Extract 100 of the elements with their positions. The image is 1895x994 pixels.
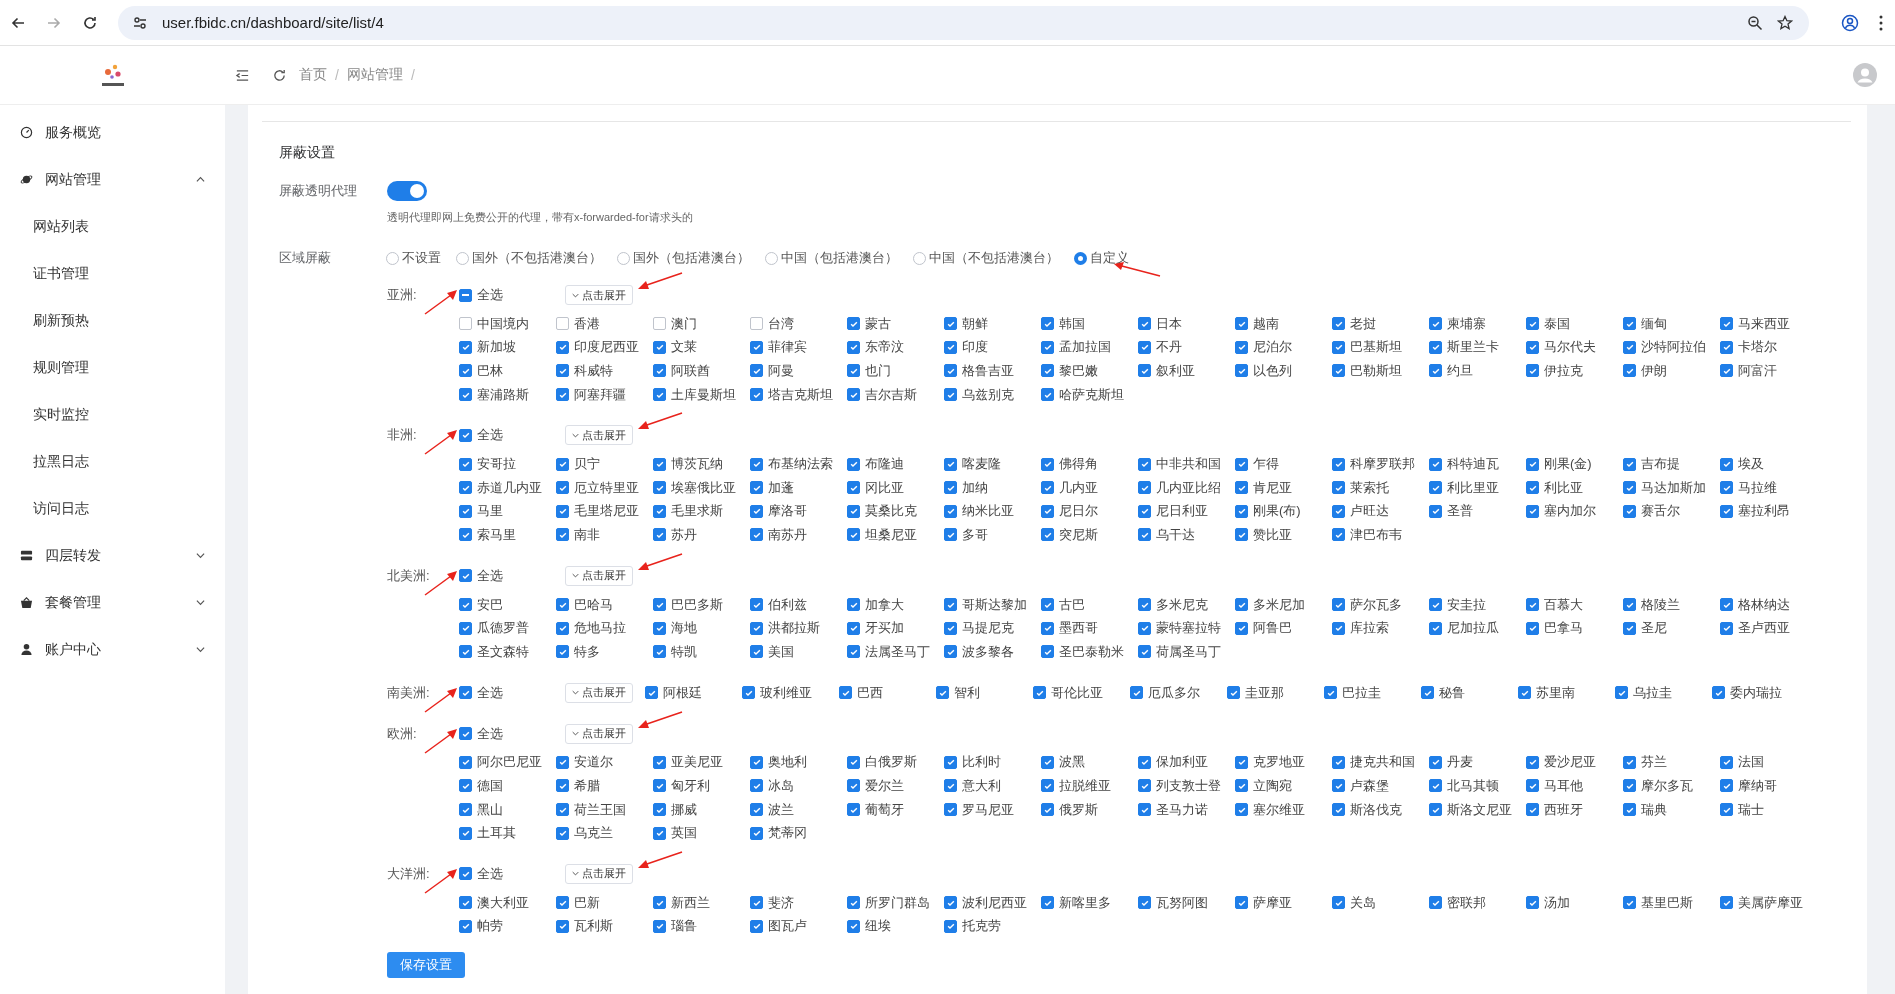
country-checkbox[interactable]: 马尔代夫 (1526, 335, 1623, 360)
country-checkbox[interactable]: 埃塞俄比亚 (653, 475, 750, 500)
country-checkbox[interactable]: 瓦利斯 (556, 914, 653, 939)
country-checkbox[interactable]: 秘鲁 (1421, 680, 1518, 705)
country-checkbox[interactable]: 赛舌尔 (1623, 499, 1720, 524)
country-checkbox[interactable]: 阿根廷 (645, 680, 742, 705)
country-checkbox[interactable]: 斯洛文尼亚 (1429, 797, 1526, 822)
select-all-checkbox[interactable]: 全选 (459, 680, 565, 705)
country-checkbox[interactable]: 百慕大 (1526, 592, 1623, 617)
country-checkbox[interactable]: 津巴布韦 (1332, 523, 1429, 547)
country-checkbox[interactable]: 以色列 (1235, 359, 1332, 383)
country-checkbox[interactable]: 毛里求斯 (653, 499, 750, 524)
country-checkbox[interactable]: 冰岛 (750, 774, 847, 798)
site-settings-icon[interactable] (132, 14, 148, 31)
country-checkbox[interactable]: 美属萨摩亚 (1720, 890, 1817, 915)
country-checkbox[interactable]: 加纳 (944, 475, 1041, 500)
country-checkbox[interactable]: 多米尼克 (1138, 592, 1235, 617)
country-checkbox[interactable]: 几内亚 (1041, 475, 1138, 500)
country-checkbox[interactable]: 肯尼亚 (1235, 475, 1332, 500)
country-checkbox[interactable]: 格陵兰 (1623, 592, 1720, 617)
country-checkbox[interactable]: 萨摩亚 (1235, 890, 1332, 915)
country-checkbox[interactable]: 土库曼斯坦 (653, 382, 750, 407)
country-checkbox[interactable]: 罗马尼亚 (944, 797, 1041, 822)
expand-button[interactable]: 点击展开 (565, 723, 633, 744)
country-checkbox[interactable]: 尼泊尔 (1235, 335, 1332, 360)
country-checkbox[interactable]: 希腊 (556, 774, 653, 798)
country-checkbox[interactable]: 马提尼克 (944, 616, 1041, 640)
country-checkbox[interactable]: 保加利亚 (1138, 750, 1235, 775)
country-checkbox[interactable]: 加拿大 (847, 592, 944, 617)
sidebar-subitem[interactable]: 实时监控 (0, 391, 225, 438)
country-checkbox[interactable]: 赤道几内亚 (459, 475, 556, 500)
country-checkbox[interactable]: 巴基斯坦 (1332, 335, 1429, 360)
country-checkbox[interactable]: 挪威 (653, 797, 750, 822)
country-checkbox[interactable]: 巴巴多斯 (653, 592, 750, 617)
country-checkbox[interactable]: 所罗门群岛 (847, 890, 944, 915)
country-checkbox[interactable]: 美国 (750, 639, 847, 664)
country-checkbox[interactable]: 塞浦路斯 (459, 382, 556, 407)
country-checkbox[interactable]: 阿塞拜疆 (556, 382, 653, 407)
country-checkbox[interactable]: 毛里塔尼亚 (556, 499, 653, 524)
country-checkbox[interactable]: 埃及 (1720, 452, 1817, 476)
country-checkbox[interactable]: 布隆迪 (847, 452, 944, 476)
country-checkbox[interactable]: 塞内加尔 (1526, 499, 1623, 524)
country-checkbox[interactable]: 尼日利亚 (1138, 499, 1235, 524)
country-checkbox[interactable]: 委内瑞拉 (1712, 680, 1809, 705)
country-checkbox[interactable]: 南苏丹 (750, 523, 847, 547)
country-checkbox[interactable]: 沙特阿拉伯 (1623, 335, 1720, 360)
country-checkbox[interactable]: 澳门 (653, 312, 750, 336)
country-checkbox[interactable]: 马拉维 (1720, 475, 1817, 500)
country-checkbox[interactable]: 圣普 (1429, 499, 1526, 524)
country-checkbox[interactable]: 哈萨克斯坦 (1041, 382, 1138, 407)
country-checkbox[interactable]: 萨尔瓦多 (1332, 592, 1429, 617)
sidebar-subitem[interactable]: 访问日志 (0, 485, 225, 532)
country-checkbox[interactable]: 古巴 (1041, 592, 1138, 617)
expand-button[interactable]: 点击展开 (565, 285, 633, 305)
country-checkbox[interactable]: 奥地利 (750, 750, 847, 775)
country-checkbox[interactable]: 德国 (459, 774, 556, 798)
expand-button[interactable]: 点击展开 (565, 863, 633, 884)
country-checkbox[interactable]: 巴哈马 (556, 592, 653, 617)
country-checkbox[interactable]: 印度尼西亚 (556, 335, 653, 360)
country-checkbox[interactable]: 俄罗斯 (1041, 797, 1138, 822)
country-checkbox[interactable]: 芬兰 (1623, 750, 1720, 775)
expand-button[interactable]: 点击展开 (565, 565, 633, 586)
country-checkbox[interactable]: 库拉索 (1332, 616, 1429, 640)
sidebar-subitem[interactable]: 刷新预热 (0, 297, 225, 344)
country-checkbox[interactable]: 南非 (556, 523, 653, 547)
country-checkbox[interactable]: 格林纳达 (1720, 592, 1817, 617)
country-checkbox[interactable]: 法国 (1720, 750, 1817, 775)
country-checkbox[interactable]: 哥伦比亚 (1033, 680, 1130, 705)
country-checkbox[interactable]: 香港 (556, 312, 653, 336)
country-checkbox[interactable]: 坦桑尼亚 (847, 523, 944, 547)
country-checkbox[interactable]: 新西兰 (653, 890, 750, 915)
country-checkbox[interactable]: 阿鲁巴 (1235, 616, 1332, 640)
country-checkbox[interactable]: 基里巴斯 (1623, 890, 1720, 915)
country-checkbox[interactable]: 圣尼 (1623, 616, 1720, 640)
country-checkbox[interactable]: 瓜德罗普 (459, 616, 556, 640)
country-checkbox[interactable]: 爱尔兰 (847, 774, 944, 798)
select-all-checkbox[interactable]: 全选 (459, 862, 565, 886)
sidebar-subitem[interactable]: 拉黑日志 (0, 438, 225, 485)
country-checkbox[interactable]: 特凯 (653, 639, 750, 664)
country-checkbox[interactable]: 拉脱维亚 (1041, 774, 1138, 798)
country-checkbox[interactable]: 尼日尔 (1041, 499, 1138, 524)
country-checkbox[interactable]: 安圭拉 (1429, 592, 1526, 617)
country-checkbox[interactable]: 科威特 (556, 359, 653, 383)
toggle-switch[interactable] (387, 181, 427, 201)
country-checkbox[interactable]: 泰国 (1526, 312, 1623, 336)
country-checkbox[interactable]: 多哥 (944, 523, 1041, 547)
country-checkbox[interactable]: 玻利维亚 (742, 680, 839, 705)
country-checkbox[interactable]: 西班牙 (1526, 797, 1623, 822)
country-checkbox[interactable]: 约旦 (1429, 359, 1526, 383)
country-checkbox[interactable]: 老挝 (1332, 312, 1429, 336)
country-checkbox[interactable]: 孟加拉国 (1041, 335, 1138, 360)
country-checkbox[interactable]: 厄立特里亚 (556, 475, 653, 500)
country-checkbox[interactable]: 瓦努阿图 (1138, 890, 1235, 915)
collapse-menu-icon[interactable] (235, 67, 250, 83)
menu-icon[interactable] (1879, 14, 1883, 31)
country-checkbox[interactable]: 摩纳哥 (1720, 774, 1817, 798)
country-checkbox[interactable]: 格鲁吉亚 (944, 359, 1041, 383)
country-checkbox[interactable]: 巴拉圭 (1324, 680, 1421, 705)
country-checkbox[interactable]: 墨西哥 (1041, 616, 1138, 640)
country-checkbox[interactable]: 乌拉圭 (1615, 680, 1712, 705)
